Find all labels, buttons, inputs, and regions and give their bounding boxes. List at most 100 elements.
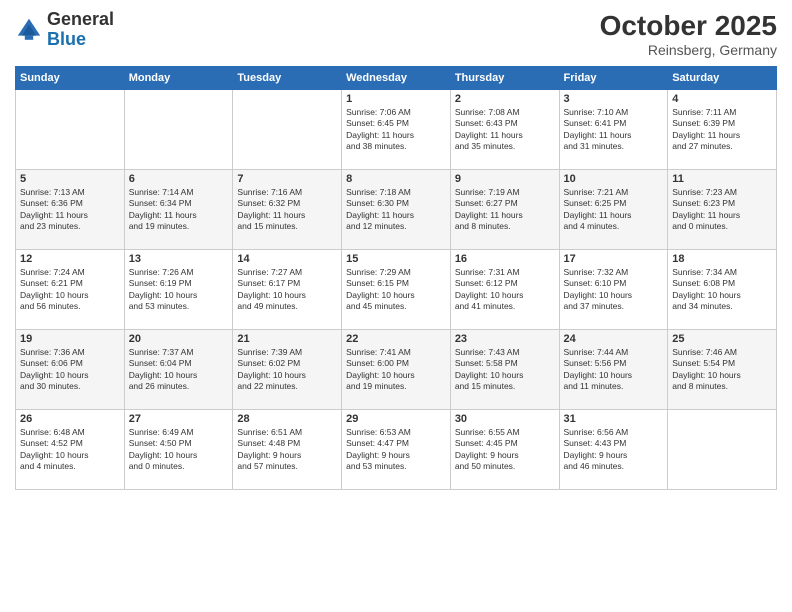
calendar-day-cell [124,90,233,170]
day-info: Sunrise: 7:27 AM Sunset: 6:17 PM Dayligh… [237,267,337,313]
calendar-day-cell: 20 Sunrise: 7:37 AM Sunset: 6:04 PM Dayli… [124,330,233,410]
header-day: Thursday [450,67,559,90]
header-day: Sunday [16,67,125,90]
header: General Blue October 2025 Reinsberg, Ger… [15,10,777,58]
day-number: 5 [20,173,120,185]
day-number: 17 [564,253,664,265]
day-info: Sunrise: 7:08 AM Sunset: 6:43 PM Dayligh… [455,107,555,153]
header-day: Wednesday [342,67,451,90]
day-info: Sunrise: 7:36 AM Sunset: 6:06 PM Dayligh… [20,347,120,393]
day-info: Sunrise: 6:53 AM Sunset: 4:47 PM Dayligh… [346,427,446,473]
day-info: Sunrise: 7:11 AM Sunset: 6:39 PM Dayligh… [672,107,772,153]
calendar-day-cell: 11 Sunrise: 7:23 AM Sunset: 6:23 PM Dayli… [668,170,777,250]
day-info: Sunrise: 7:18 AM Sunset: 6:30 PM Dayligh… [346,187,446,233]
calendar-day-cell: 7 Sunrise: 7:16 AM Sunset: 6:32 PM Daylig… [233,170,342,250]
day-number: 26 [20,413,120,425]
day-number: 9 [455,173,555,185]
calendar-subtitle: Reinsberg, Germany [600,42,777,58]
calendar-day-cell: 8 Sunrise: 7:18 AM Sunset: 6:30 PM Daylig… [342,170,451,250]
logo-general-text: General [47,9,114,29]
calendar-body: 1 Sunrise: 7:06 AM Sunset: 6:45 PM Daylig… [16,90,777,490]
day-info: Sunrise: 7:44 AM Sunset: 5:56 PM Dayligh… [564,347,664,393]
day-number: 3 [564,93,664,105]
day-number: 30 [455,413,555,425]
day-number: 19 [20,333,120,345]
calendar-day-cell: 4Sunrise: 7:11 AM Sunset: 6:39 PM Daylig… [668,90,777,170]
day-info: Sunrise: 7:34 AM Sunset: 6:08 PM Dayligh… [672,267,772,313]
day-info: Sunrise: 7:14 AM Sunset: 6:34 PM Dayligh… [129,187,229,233]
calendar-day-cell: 1 Sunrise: 7:06 AM Sunset: 6:45 PM Daylig… [342,90,451,170]
calendar-day-cell: 24Sunrise: 7:44 AM Sunset: 5:56 PM Dayli… [559,330,668,410]
day-info: Sunrise: 6:56 AM Sunset: 4:43 PM Dayligh… [564,427,664,473]
day-info: Sunrise: 6:48 AM Sunset: 4:52 PM Dayligh… [20,427,120,473]
day-number: 21 [237,333,337,345]
calendar-day-cell: 26 Sunrise: 6:48 AM Sunset: 4:52 PM Dayli… [16,410,125,490]
calendar-title: October 2025 [600,10,777,42]
day-info: Sunrise: 7:46 AM Sunset: 5:54 PM Dayligh… [672,347,772,393]
day-number: 11 [672,173,772,185]
day-info: Sunrise: 7:37 AM Sunset: 6:04 PM Dayligh… [129,347,229,393]
header-day: Saturday [668,67,777,90]
day-info: Sunrise: 6:49 AM Sunset: 4:50 PM Dayligh… [129,427,229,473]
calendar-day-cell: 12 Sunrise: 7:24 AM Sunset: 6:21 PM Dayli… [16,250,125,330]
day-number: 8 [346,173,446,185]
day-number: 23 [455,333,555,345]
day-info: Sunrise: 7:39 AM Sunset: 6:02 PM Dayligh… [237,347,337,393]
day-info: Sunrise: 7:21 AM Sunset: 6:25 PM Dayligh… [564,187,664,233]
header-day: Monday [124,67,233,90]
calendar-day-cell: 30 Sunrise: 6:55 AM Sunset: 4:45 PM Dayli… [450,410,559,490]
day-info: Sunrise: 7:32 AM Sunset: 6:10 PM Dayligh… [564,267,664,313]
day-number: 7 [237,173,337,185]
calendar-day-cell: 3Sunrise: 7:10 AM Sunset: 6:41 PM Daylig… [559,90,668,170]
day-number: 25 [672,333,772,345]
day-number: 15 [346,253,446,265]
calendar-day-cell: 27 Sunrise: 6:49 AM Sunset: 4:50 PM Dayli… [124,410,233,490]
calendar-day-cell: 28Sunrise: 6:51 AM Sunset: 4:48 PM Dayli… [233,410,342,490]
header-row: SundayMondayTuesdayWednesdayThursdayFrid… [16,67,777,90]
day-number: 1 [346,93,446,105]
calendar-week-row: 5 Sunrise: 7:13 AM Sunset: 6:36 PM Daylig… [16,170,777,250]
day-info: Sunrise: 7:23 AM Sunset: 6:23 PM Dayligh… [672,187,772,233]
calendar-day-cell: 19 Sunrise: 7:36 AM Sunset: 6:06 PM Dayli… [16,330,125,410]
calendar-day-cell: 22 Sunrise: 7:41 AM Sunset: 6:00 PM Dayli… [342,330,451,410]
calendar-day-cell: 31Sunrise: 6:56 AM Sunset: 4:43 PM Dayli… [559,410,668,490]
day-info: Sunrise: 7:43 AM Sunset: 5:58 PM Dayligh… [455,347,555,393]
day-info: Sunrise: 6:55 AM Sunset: 4:45 PM Dayligh… [455,427,555,473]
calendar-week-row: 1 Sunrise: 7:06 AM Sunset: 6:45 PM Daylig… [16,90,777,170]
day-number: 18 [672,253,772,265]
day-info: Sunrise: 7:13 AM Sunset: 6:36 PM Dayligh… [20,187,120,233]
header-day: Tuesday [233,67,342,90]
day-info: Sunrise: 7:19 AM Sunset: 6:27 PM Dayligh… [455,187,555,233]
day-info: Sunrise: 7:16 AM Sunset: 6:32 PM Dayligh… [237,187,337,233]
logo: General Blue [15,10,114,50]
day-number: 22 [346,333,446,345]
day-info: Sunrise: 7:31 AM Sunset: 6:12 PM Dayligh… [455,267,555,313]
day-number: 20 [129,333,229,345]
day-number: 13 [129,253,229,265]
calendar-day-cell [668,410,777,490]
day-number: 12 [20,253,120,265]
calendar-day-cell [16,90,125,170]
day-info: Sunrise: 7:26 AM Sunset: 6:19 PM Dayligh… [129,267,229,313]
day-number: 2 [455,93,555,105]
calendar-header: SundayMondayTuesdayWednesdayThursdayFrid… [16,67,777,90]
day-number: 28 [237,413,337,425]
calendar-table: SundayMondayTuesdayWednesdayThursdayFrid… [15,66,777,490]
calendar-day-cell: 6Sunrise: 7:14 AM Sunset: 6:34 PM Daylig… [124,170,233,250]
calendar-day-cell: 2 Sunrise: 7:08 AM Sunset: 6:43 PM Daylig… [450,90,559,170]
day-number: 27 [129,413,229,425]
day-number: 14 [237,253,337,265]
calendar-day-cell: 23 Sunrise: 7:43 AM Sunset: 5:58 PM Dayli… [450,330,559,410]
page: General Blue October 2025 Reinsberg, Ger… [0,0,792,612]
day-info: Sunrise: 7:06 AM Sunset: 6:45 PM Dayligh… [346,107,446,153]
calendar-day-cell: 13 Sunrise: 7:26 AM Sunset: 6:19 PM Dayli… [124,250,233,330]
day-number: 29 [346,413,446,425]
calendar-week-row: 26 Sunrise: 6:48 AM Sunset: 4:52 PM Dayli… [16,410,777,490]
calendar-day-cell: 25 Sunrise: 7:46 AM Sunset: 5:54 PM Dayli… [668,330,777,410]
day-info: Sunrise: 7:24 AM Sunset: 6:21 PM Dayligh… [20,267,120,313]
day-number: 16 [455,253,555,265]
day-info: Sunrise: 7:41 AM Sunset: 6:00 PM Dayligh… [346,347,446,393]
calendar-day-cell [233,90,342,170]
logo-blue-text: Blue [47,29,86,49]
calendar-day-cell: 9 Sunrise: 7:19 AM Sunset: 6:27 PM Daylig… [450,170,559,250]
